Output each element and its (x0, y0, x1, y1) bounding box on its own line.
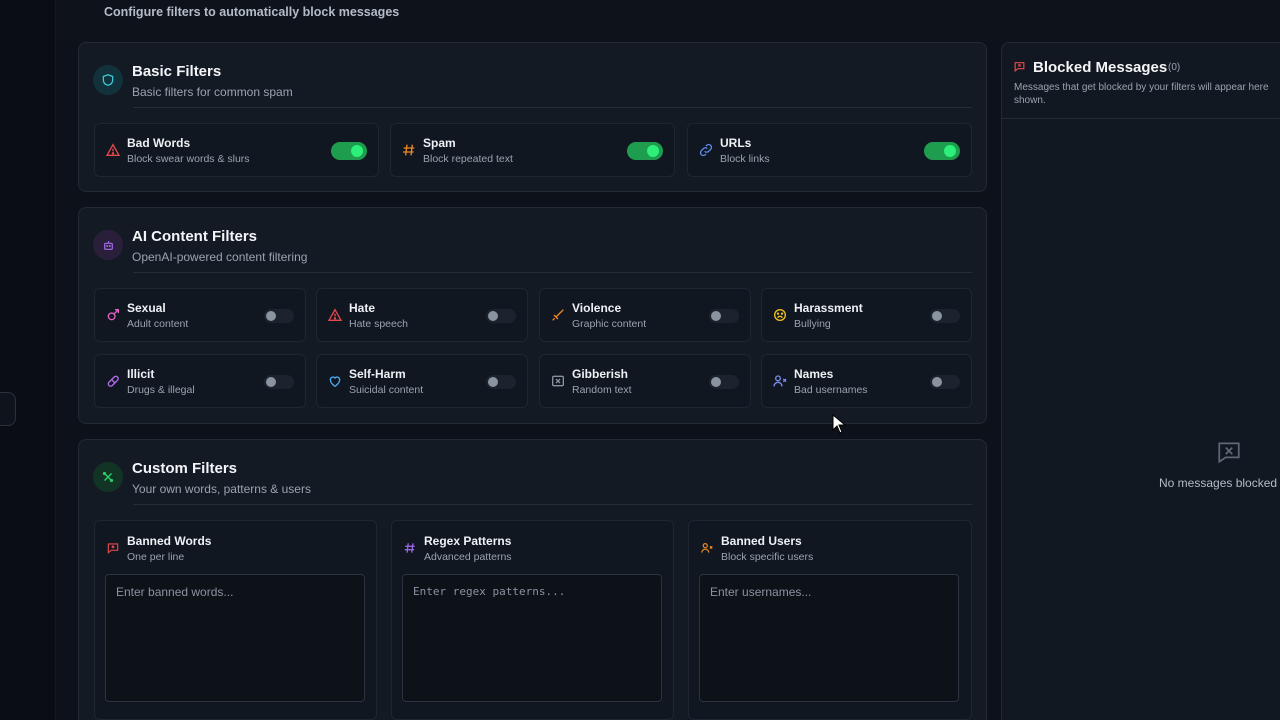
filter-label: Gibberish (572, 367, 629, 381)
hash-icon (404, 543, 415, 553)
filter-violence[interactable]: Violence Graphic content (539, 288, 751, 342)
message-x-icon (107, 543, 119, 554)
filter-desc: Graphic content (572, 318, 647, 330)
filter-label: Bad Words (127, 136, 191, 150)
gibberish-toggle[interactable] (709, 375, 739, 389)
panel-label: Banned Users (721, 534, 802, 548)
basic-filters-card: Basic Filters Basic filters for common s… (78, 42, 987, 192)
user-x-icon (773, 375, 787, 387)
names-toggle[interactable] (930, 375, 960, 389)
filter-label: Sexual (127, 301, 166, 315)
regex-patterns-panel: Regex Patterns Advanced patterns (391, 520, 674, 720)
filter-hate[interactable]: Hate Hate speech (316, 288, 528, 342)
heart-icon (329, 376, 341, 388)
sexual-toggle[interactable] (264, 309, 294, 323)
filter-bad-words[interactable]: Bad Words Block swear words & slurs (94, 123, 379, 177)
gender-icon (107, 309, 119, 321)
text-box-icon (552, 375, 564, 387)
filter-desc: Hate speech (349, 318, 408, 330)
blocked-messages-header: Blocked Messages (0) Messages that get b… (1002, 43, 1280, 119)
filter-names[interactable]: Names Bad usernames (761, 354, 972, 408)
panel-label: Banned Words (127, 534, 212, 548)
angry-face-icon (774, 309, 786, 321)
banned-users-input[interactable] (699, 574, 959, 702)
panel-desc: One per line (127, 551, 185, 563)
panel-desc: Advanced patterns (424, 551, 512, 563)
ai-filters-title: AI Content Filters (132, 228, 258, 245)
filter-urls[interactable]: URLs Block links (687, 123, 972, 177)
filter-label: URLs (720, 136, 752, 150)
illicit-toggle[interactable] (264, 375, 294, 389)
bot-icon (93, 230, 123, 260)
basic-filters-header: Basic Filters Basic filters for common s… (93, 61, 972, 109)
ai-filters-header: AI Content Filters OpenAI-powered conten… (93, 226, 972, 274)
filter-desc: Adult content (127, 318, 189, 330)
custom-filters-title: Custom Filters (132, 460, 238, 477)
page-subtitle: Configure filters to automatically block… (104, 5, 400, 19)
filter-desc: Block repeated text (423, 153, 513, 165)
blocked-messages-desc: Messages that get blocked by your filter… (1014, 82, 1269, 106)
user-x-icon (701, 543, 713, 553)
filter-harassment[interactable]: Harassment Bullying (761, 288, 972, 342)
filter-label: Self-Harm (349, 367, 406, 381)
basic-filters-subtitle: Basic filters for common spam (132, 85, 293, 99)
filter-desc: Suicidal content (349, 384, 424, 396)
pill-icon (107, 375, 119, 387)
filter-label: Violence (572, 301, 622, 315)
filter-gibberish[interactable]: Gibberish Random text (539, 354, 751, 408)
left-rail (0, 0, 56, 720)
filter-desc: Block links (720, 153, 770, 165)
filter-label: Harassment (794, 301, 863, 315)
banned-words-input[interactable] (105, 574, 365, 702)
banned-words-panel: Banned Words One per line (94, 520, 377, 720)
blocked-messages-panel: Blocked Messages (0) Messages that get b… (1001, 42, 1280, 720)
filter-desc: Block swear words & slurs (127, 153, 250, 165)
custom-filters-header: Custom Filters Your own words, patterns … (93, 458, 972, 506)
filter-desc: Drugs & illegal (127, 384, 195, 396)
link-icon (699, 143, 713, 157)
panel-desc: Block specific users (721, 551, 814, 563)
custom-filters-card: Custom Filters Your own words, patterns … (78, 439, 987, 720)
blocked-messages-title: Blocked Messages (1033, 59, 1168, 76)
harassment-toggle[interactable] (930, 309, 960, 323)
sparkle-icon (93, 462, 123, 492)
filter-desc: Bad usernames (794, 384, 868, 396)
empty-state-text: No messages blocked (1159, 476, 1278, 490)
warning-triangle-icon (327, 308, 343, 321)
panel-label: Regex Patterns (424, 534, 512, 548)
regex-patterns-input[interactable] (402, 574, 662, 702)
basic-filters-title: Basic Filters (132, 63, 222, 80)
filter-label: Names (794, 367, 834, 381)
filter-sexual[interactable]: Sexual Adult content (94, 288, 306, 342)
blocked-count: (0) (1168, 62, 1181, 73)
filter-spam[interactable]: Spam Block repeated text (390, 123, 675, 177)
filter-label: Illicit (127, 367, 155, 381)
sidebar-collapse-handle[interactable] (0, 392, 16, 426)
urls-toggle[interactable] (924, 142, 960, 160)
filter-illicit[interactable]: Illicit Drugs & illegal (94, 354, 306, 408)
sword-icon (552, 309, 564, 321)
filter-self-harm[interactable]: Self-Harm Suicidal content (316, 354, 528, 408)
self-harm-toggle[interactable] (486, 375, 516, 389)
filter-desc: Random text (572, 384, 632, 396)
bad-words-toggle[interactable] (331, 142, 367, 160)
violence-toggle[interactable] (709, 309, 739, 323)
warning-triangle-icon (105, 143, 121, 156)
ai-filters-card: AI Content Filters OpenAI-powered conten… (78, 207, 987, 424)
filter-label: Spam (423, 136, 456, 150)
hate-toggle[interactable] (486, 309, 516, 323)
message-x-icon (1218, 442, 1240, 464)
mouse-cursor-icon (832, 414, 846, 434)
ai-filters-subtitle: OpenAI-powered content filtering (132, 250, 308, 264)
shield-icon (93, 65, 123, 95)
custom-filters-subtitle: Your own words, patterns & users (132, 482, 311, 496)
filter-desc: Bullying (794, 318, 831, 330)
filter-label: Hate (349, 301, 376, 315)
banned-users-panel: Banned Users Block specific users (688, 520, 972, 720)
spam-toggle[interactable] (627, 142, 663, 160)
message-x-icon (1014, 62, 1025, 73)
hash-icon (403, 144, 415, 156)
